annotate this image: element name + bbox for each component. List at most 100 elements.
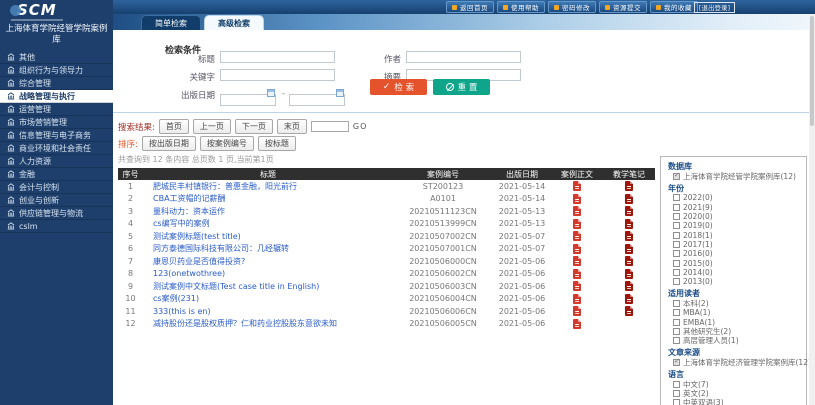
teaching-note-pdf-icon[interactable] [625,231,633,241]
case-fulltext-pdf-icon[interactable] [573,194,581,204]
sidebar-category-item[interactable]: 其他 [0,51,113,64]
teaching-note-pdf-icon[interactable] [625,269,633,279]
checkbox[interactable] [673,222,680,229]
sidebar-category-item[interactable]: 信息管理与电子商务 [0,129,113,142]
topnav-password-button[interactable]: 密码修改 [548,1,596,13]
case-fulltext-pdf-icon[interactable] [573,281,581,291]
filter-option[interactable]: 中英双语(3) [668,398,799,405]
topnav-submit-button[interactable]: 资源提交 [599,1,647,13]
page-number-input[interactable] [311,121,349,132]
checkbox[interactable] [673,278,680,285]
filter-option[interactable]: 上海体育学院经济管理学院案例库(12) [668,358,799,367]
case-title-link[interactable]: 量科动力：资本运作 [143,206,393,217]
calendar-icon[interactable] [336,89,344,97]
title-input[interactable] [220,51,335,63]
checkbox[interactable] [673,194,680,201]
teaching-note-pdf-icon[interactable] [625,256,633,266]
case-fulltext-pdf-icon[interactable] [573,219,581,229]
tab-simple-search[interactable]: 简单检索 [141,15,201,30]
sort-by-date-button[interactable]: 按出版日期 [142,136,196,151]
filter-option[interactable]: 本科(2) [668,299,799,308]
checkbox[interactable] [673,241,680,248]
sidebar-category-item[interactable]: 创业与创新 [0,194,113,207]
case-fulltext-pdf-icon[interactable] [573,256,581,266]
filter-option[interactable]: 2021(9) [668,203,799,212]
filter-option[interactable]: 2017(1) [668,240,799,249]
checkbox[interactable] [673,328,680,335]
case-title-link[interactable]: CBA工资帽的记薪酬 [143,193,393,204]
case-fulltext-pdf-icon[interactable] [573,231,581,241]
filter-option[interactable]: 2019(0) [668,221,799,230]
case-title-link[interactable]: 333(this is en) [143,307,393,316]
filter-option[interactable]: 2015(0) [668,258,799,267]
filter-option[interactable]: 上海体育学院经管学院案例库(12) [668,172,799,181]
logout-button[interactable]: [退出登录] [694,2,735,13]
teaching-note-pdf-icon[interactable] [625,194,633,204]
teaching-note-pdf-icon[interactable] [625,294,633,304]
topnav-help-button[interactable]: 使用帮助 [497,1,545,13]
vertical-scrollbar[interactable] [809,14,815,405]
filter-option[interactable]: MBA(1) [668,308,799,317]
scrollbar-thumb[interactable] [810,16,814,126]
checkbox[interactable] [673,250,680,257]
case-title-link[interactable]: 123(onetwothree) [143,269,393,278]
case-title-link[interactable]: 肥城民丰村镇银行：普惠金融，阳光前行 [143,181,393,192]
filter-option[interactable]: 2020(0) [668,212,799,221]
checkbox[interactable] [673,337,680,344]
topnav-favorites-button[interactable]: 我的收藏 [650,1,698,13]
sidebar-category-item[interactable]: 金融 [0,168,113,181]
checkbox[interactable] [673,319,680,326]
case-title-link[interactable]: 减持股份还是股权质押？仁和药业控股股东意欲未知 [143,318,393,329]
topnav-home-button[interactable]: 返回首页 [446,1,494,13]
teaching-note-pdf-icon[interactable] [625,181,633,191]
sidebar-category-item[interactable]: 会计与控制 [0,181,113,194]
case-fulltext-pdf-icon[interactable] [573,306,581,316]
sidebar-category-item[interactable]: 运营管理 [0,103,113,116]
case-title-link[interactable]: 测试案例标题(test title) [143,231,393,242]
sort-by-number-button[interactable]: 按案例编号 [200,136,254,151]
filter-option[interactable]: 2016(0) [668,249,799,258]
sidebar-category-item[interactable]: 综合管理 [0,77,113,90]
sidebar-category-item[interactable]: 市场营销管理 [0,116,113,129]
teaching-note-pdf-icon[interactable] [625,206,633,216]
author-input[interactable] [406,51,521,63]
next-page-button[interactable]: 下一页 [235,119,273,134]
last-page-button[interactable]: 末页 [277,119,307,134]
checkbox[interactable] [673,300,680,307]
case-fulltext-pdf-icon[interactable] [573,181,581,191]
case-fulltext-pdf-icon[interactable] [573,294,581,304]
checkbox[interactable] [673,381,680,388]
case-fulltext-pdf-icon[interactable] [573,319,581,329]
checkbox[interactable] [673,359,680,366]
teaching-note-pdf-icon[interactable] [625,219,633,229]
checkbox[interactable] [673,399,680,405]
case-title-link[interactable]: 康恩贝药业是否值得投资? [143,256,393,267]
teaching-note-pdf-icon[interactable] [625,281,633,291]
case-title-link[interactable]: cs编写中的案例 [143,218,393,229]
case-title-link[interactable]: cs案例(231) [143,293,393,304]
sidebar-category-item[interactable]: 战略管理与执行 [0,90,113,103]
checkbox[interactable] [673,173,680,180]
sidebar-category-item[interactable]: 组织行为与领导力 [0,64,113,77]
filter-option[interactable]: 2022(0) [668,193,799,202]
prev-page-button[interactable]: 上一页 [193,119,231,134]
checkbox[interactable] [673,390,680,397]
calendar-icon[interactable] [267,89,275,97]
filter-option[interactable]: 2014(0) [668,268,799,277]
sort-by-title-button[interactable]: 按标题 [258,136,296,151]
case-fulltext-pdf-icon[interactable] [573,206,581,216]
checkbox[interactable] [673,213,680,220]
go-button[interactable]: GO [353,122,368,131]
checkbox[interactable] [673,269,680,276]
case-fulltext-pdf-icon[interactable] [573,244,581,254]
case-fulltext-pdf-icon[interactable] [573,269,581,279]
sidebar-category-item[interactable]: 商业环境和社会责任 [0,142,113,155]
tab-advanced-search[interactable]: 高级检索 [204,15,264,30]
teaching-note-pdf-icon[interactable] [625,306,633,316]
checkbox[interactable] [673,309,680,316]
teaching-note-pdf-icon[interactable] [625,244,633,254]
filter-option[interactable]: 2018(1) [668,230,799,239]
sidebar-category-item[interactable]: 供应链管理与物流 [0,207,113,220]
filter-option[interactable]: 2013(0) [668,277,799,286]
case-title-link[interactable]: 测试案例中文标题(Test case title in English) [143,281,393,292]
